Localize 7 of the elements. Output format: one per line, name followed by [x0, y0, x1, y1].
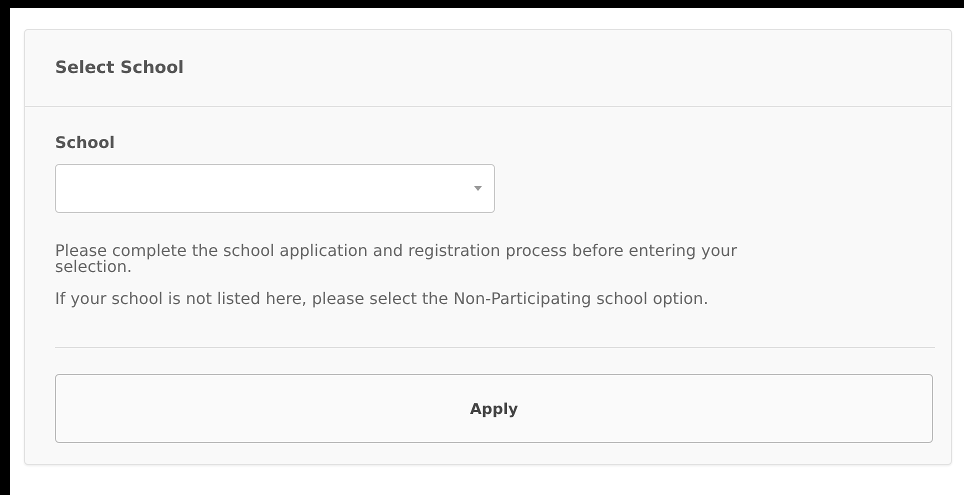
help-text: If your school is not listed here, please select the Non-Participating school option.: [55, 291, 710, 307]
apply-button[interactable]: Apply: [55, 374, 933, 443]
help-text: Please complete the school application and registration process before entering your selection.: [55, 243, 738, 275]
caret-icon: [474, 186, 482, 191]
card-title: Select School: [55, 58, 184, 78]
school-dropdown[interactable]: [55, 164, 495, 213]
field-label: School: [55, 133, 115, 152]
